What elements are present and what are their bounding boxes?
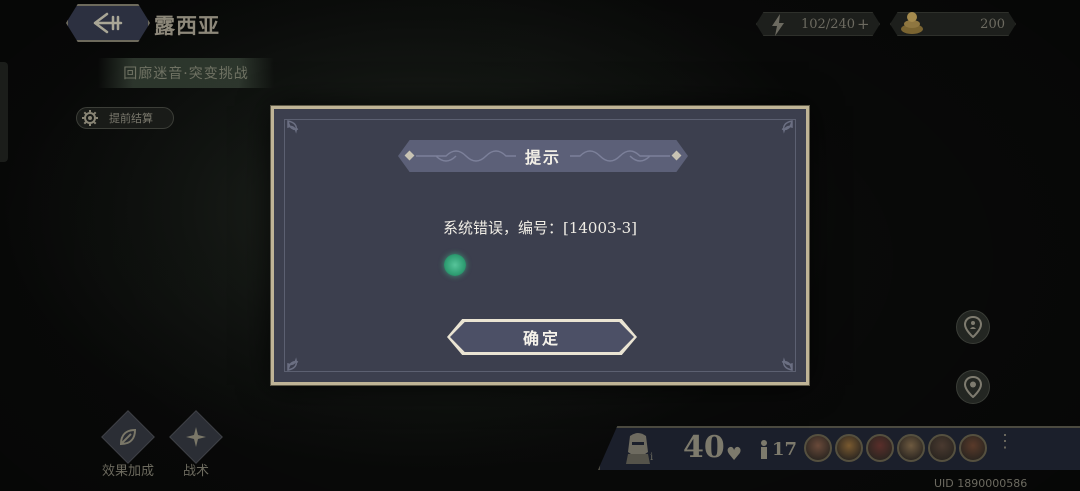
map-pin-button[interactable] xyxy=(956,370,990,404)
back-button[interactable] xyxy=(66,4,150,42)
add-energy-button[interactable]: + xyxy=(857,15,870,33)
party-member-portrait[interactable] xyxy=(804,434,832,462)
gear-icon xyxy=(82,110,98,126)
diamond-ornament-icon xyxy=(404,150,415,161)
lightning-icon xyxy=(772,14,784,36)
tactics-button[interactable]: 战术 xyxy=(166,410,226,479)
party-info-marker: i xyxy=(650,452,654,463)
party-member-count: 17 xyxy=(772,439,798,460)
locate-party-button[interactable] xyxy=(956,310,990,344)
scroll-ornament-icon xyxy=(570,150,670,162)
corner-ornament-icon xyxy=(781,120,793,134)
side-panel-tab[interactable] xyxy=(0,62,8,162)
stage-subtitle: 回廊迷音·突变挑战 xyxy=(98,58,274,88)
map-pin-icon xyxy=(963,376,983,398)
back-arrow-icon xyxy=(93,12,123,34)
user-id: UID 1890000586 xyxy=(934,477,1028,490)
party-member-portrait[interactable] xyxy=(835,434,863,462)
settle-early-label: 提前结算 xyxy=(109,112,153,125)
party-member-portrait[interactable] xyxy=(866,434,894,462)
diamond-ornament-icon xyxy=(671,150,682,161)
confirm-button-label: 确定 xyxy=(522,329,561,348)
dialog-title: 提示 xyxy=(524,148,561,167)
error-message: 系统错误，编号：[14003-3] xyxy=(442,219,638,237)
heart-icon: ♥ xyxy=(726,444,743,465)
energy-value: 102/240 xyxy=(801,16,856,32)
touch-indicator xyxy=(444,254,466,276)
error-dialog: 提示 系统错误，编号：[14003-3] 确定 xyxy=(271,106,809,385)
settle-early-button[interactable]: 提前结算 xyxy=(76,107,174,129)
gold-counter: 200 xyxy=(890,12,1016,36)
more-options-button[interactable]: ⋮ xyxy=(996,433,1014,460)
compass-star-icon xyxy=(186,427,206,447)
corner-ornament-icon xyxy=(287,357,299,371)
confirm-button[interactable]: 确定 xyxy=(447,319,637,355)
corner-ornament-icon xyxy=(781,357,793,371)
energy-counter[interactable]: 102/240 + xyxy=(756,12,880,36)
leaf-icon xyxy=(119,428,137,446)
level-title: 露西亚 xyxy=(154,13,220,38)
gold-value: 200 xyxy=(980,16,1005,32)
dialog-header-banner: 提示 xyxy=(398,140,688,172)
person-pin-icon xyxy=(963,316,983,338)
party-member-portrait[interactable] xyxy=(897,434,925,462)
corner-ornament-icon xyxy=(287,120,299,134)
scroll-ornament-icon xyxy=(416,150,516,162)
party-member-portrait[interactable] xyxy=(959,434,987,462)
party-hp-value: 40 xyxy=(683,430,725,465)
party-member-portrait[interactable] xyxy=(928,434,956,462)
effect-bonus-button[interactable]: 效果加成 xyxy=(98,410,158,479)
